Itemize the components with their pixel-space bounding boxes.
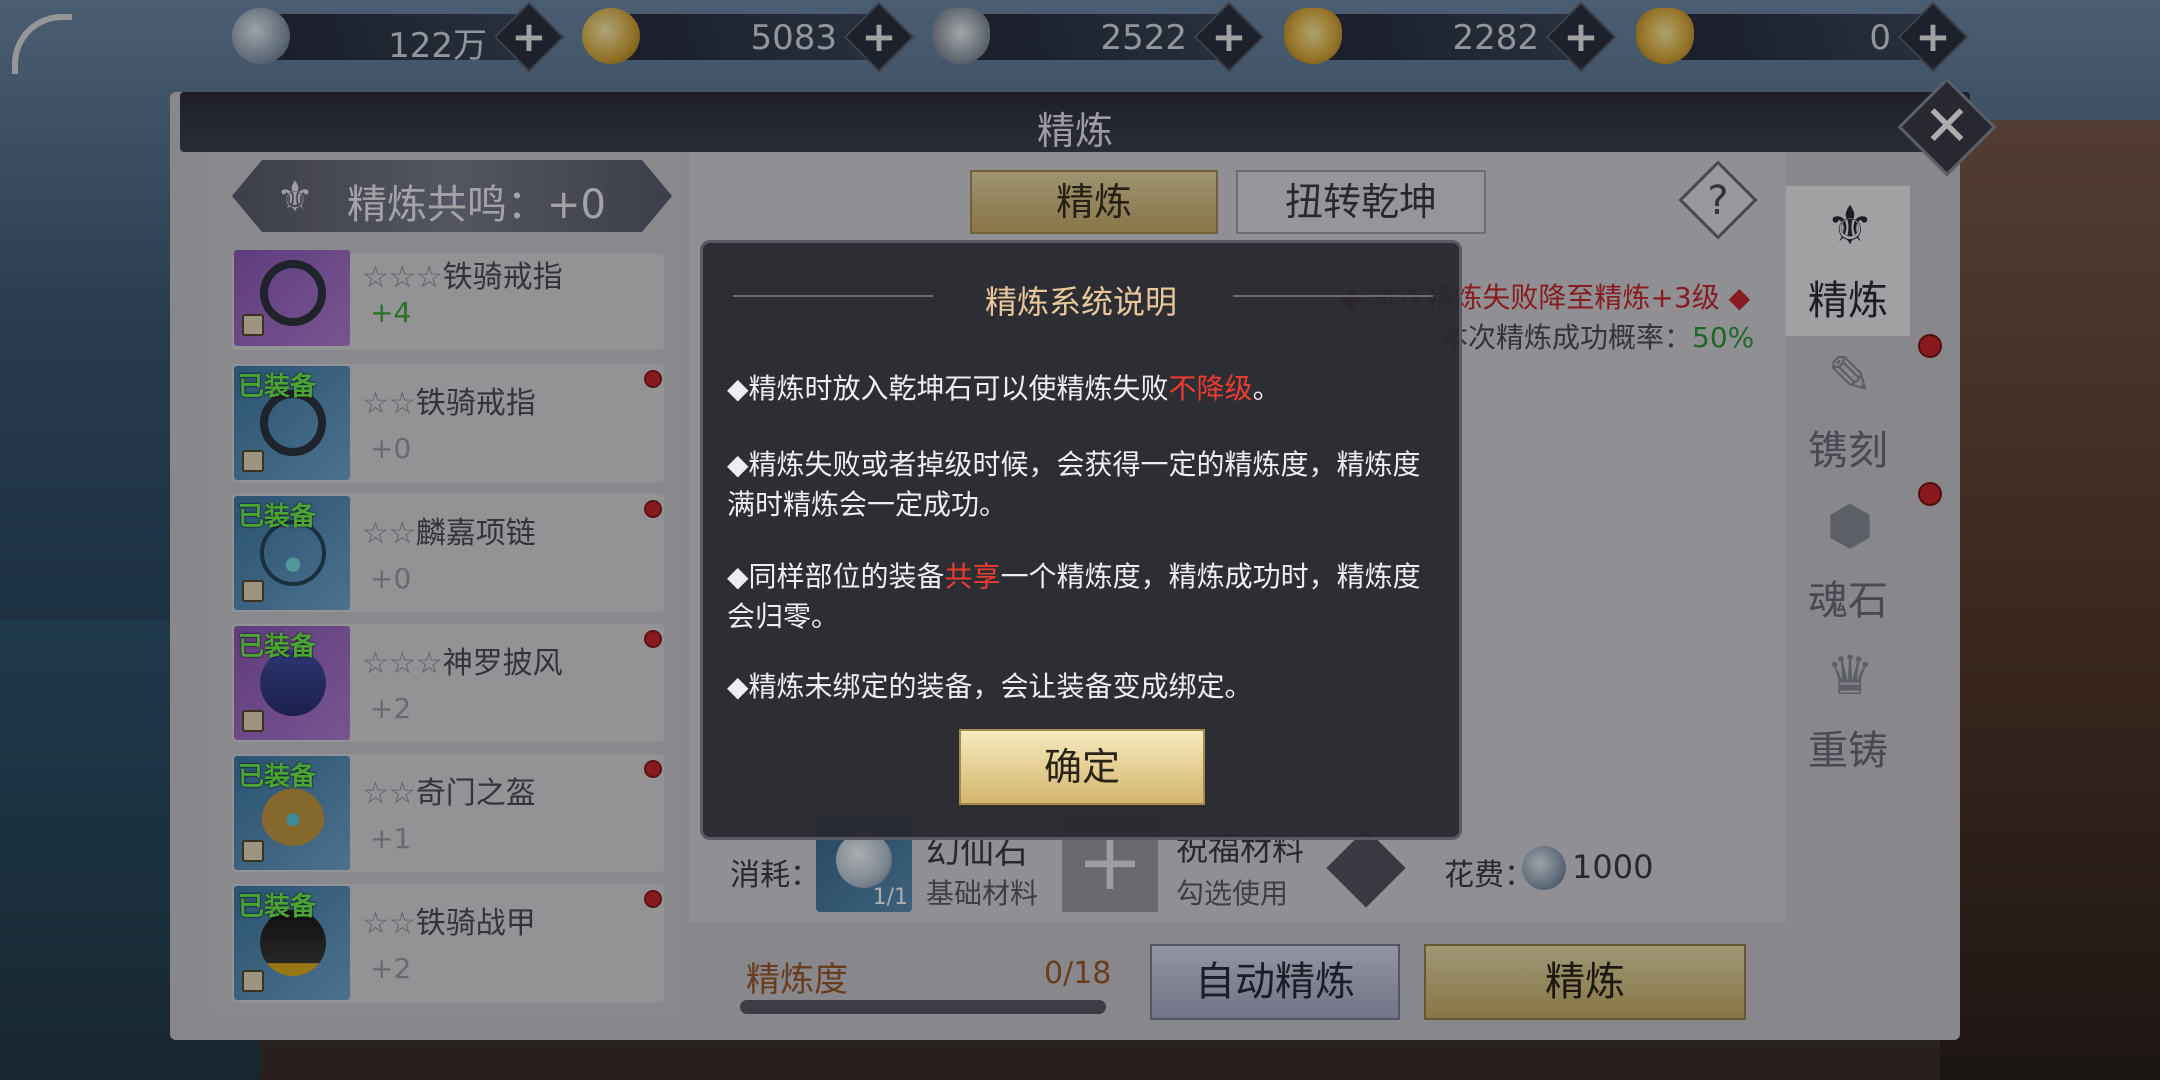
rule-text: 。 <box>1252 372 1281 405</box>
rule-text: ◆精炼时放入乾坤石可以使精炼失败 <box>727 372 1169 405</box>
refine-help-dialog: 精炼系统说明 ◆精炼时放入乾坤石可以使精炼失败不降级。 ◆精炼失败或者掉级时候，… <box>700 240 1462 840</box>
rule-text: ◆同样部位的装备 <box>727 560 945 593</box>
rule-highlight: 不降级 <box>1168 372 1253 405</box>
dialog-rule-4: ◆精炼未绑定的装备，会让装备变成绑定。 <box>727 670 1253 703</box>
confirm-button[interactable]: 确定 <box>959 729 1205 805</box>
dialog-rule-3: ◆同样部位的装备共享一个精炼度，精炼成功时，精炼度会归零。 <box>727 557 1441 637</box>
dialog-title: 精炼系统说明 <box>984 283 1177 321</box>
rule-highlight: 共享 <box>944 560 1001 593</box>
dialog-rule-2: ◆精炼失败或者掉级时候，会获得一定的精炼度，精炼度满时精炼会一定成功。 <box>727 448 1421 521</box>
dialog-rule-1: ◆精炼时放入乾坤石可以使精炼失败不降级。 <box>727 369 1441 409</box>
